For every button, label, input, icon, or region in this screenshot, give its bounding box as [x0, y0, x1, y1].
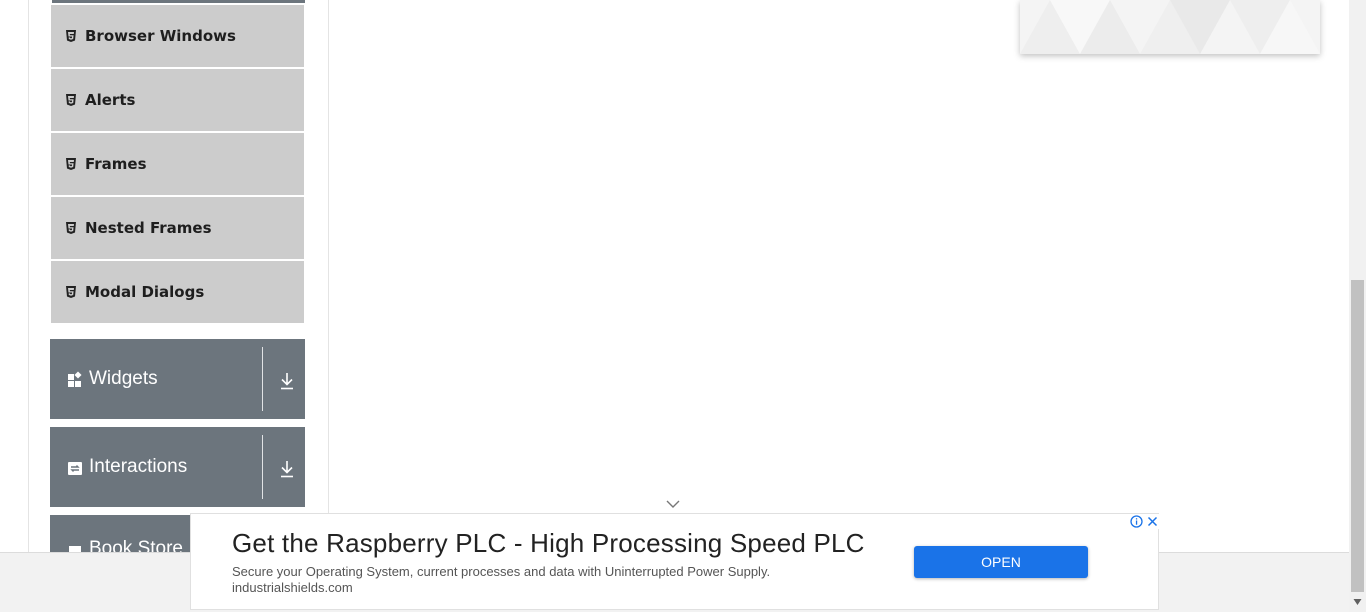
html5-icon — [65, 222, 77, 234]
book-store-icon — [67, 540, 83, 552]
ad-description: Secure your Operating System, current pr… — [232, 564, 771, 579]
scroll-down-arrow-icon[interactable] — [1353, 598, 1362, 606]
submenu-top-bar — [52, 0, 305, 3]
html5-icon — [65, 94, 77, 106]
menu-item-label: Browser Windows — [85, 27, 236, 45]
ad-headline[interactable]: Get the Raspberry PLC - High Processing … — [232, 528, 865, 559]
page-left-rule — [28, 0, 29, 552]
content-divider — [328, 0, 329, 552]
group-header-label: Book Store — [89, 538, 183, 552]
ad-card-pattern — [1020, 0, 1320, 54]
group-header-widgets[interactable]: Widgets — [50, 339, 305, 419]
menu-item-label: Alerts — [85, 91, 136, 109]
group-header-label: Interactions — [89, 456, 188, 477]
group-header-interactions[interactable]: Interactions — [50, 427, 305, 507]
ad-open-button[interactable]: OPEN — [914, 546, 1088, 578]
html5-icon — [65, 286, 77, 298]
page-scrollbar[interactable] — [1349, 0, 1366, 612]
scrollbar-thumb[interactable] — [1351, 280, 1364, 592]
chevron-down-icon[interactable] — [665, 498, 681, 510]
menu-item-nested-frames[interactable]: Nested Frames — [51, 197, 304, 259]
interactions-icon — [67, 459, 83, 475]
ad-banner[interactable]: Get the Raspberry PLC - High Processing … — [190, 513, 1160, 610]
menu-item-modal-dialogs[interactable]: Modal Dialogs — [51, 261, 304, 323]
html5-icon — [65, 30, 77, 42]
download-arrow-icon[interactable] — [278, 459, 296, 479]
ad-controls — [1128, 514, 1160, 529]
group-header-separator — [262, 347, 263, 411]
group-header-label: Widgets — [89, 368, 158, 389]
group-header-separator — [262, 435, 263, 499]
menu-item-frames[interactable]: Frames — [51, 133, 304, 195]
info-icon[interactable] — [1129, 514, 1144, 529]
download-arrow-icon[interactable] — [278, 371, 296, 391]
menu-item-alerts[interactable]: Alerts — [51, 69, 304, 131]
ad-domain: industrialshields.com — [232, 580, 353, 595]
top-ad-card[interactable] — [1020, 0, 1320, 54]
html5-icon — [65, 158, 77, 170]
close-icon[interactable] — [1145, 514, 1160, 529]
menu-item-label: Modal Dialogs — [85, 283, 205, 301]
menu-item-label: Frames — [85, 155, 147, 173]
menu-item-label: Nested Frames — [85, 219, 212, 237]
widgets-icon — [67, 371, 83, 387]
menu-item-browser-windows[interactable]: Browser Windows — [51, 5, 304, 67]
